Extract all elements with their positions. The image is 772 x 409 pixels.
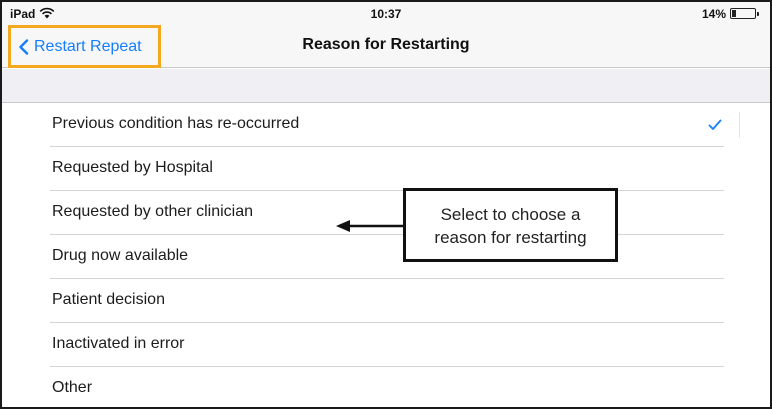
battery-fill: [732, 10, 736, 17]
option-label: Requested by other clinician: [52, 203, 254, 220]
navigation-bar: Restart Repeat Reason for Restarting: [2, 25, 770, 68]
status-time: 10:37: [370, 7, 402, 21]
callout-arrow-icon: [336, 220, 405, 232]
instruction-callout: Select to choose a reason for restarting: [403, 188, 618, 262]
callout-text-line-2: reason for restarting: [434, 228, 587, 247]
section-header: [2, 69, 770, 103]
callout-text-line-1: Select to choose a: [440, 205, 581, 224]
option-label: Patient decision: [52, 291, 165, 308]
battery-icon: [730, 8, 759, 19]
option-inactivated-in-error[interactable]: Inactivated in error: [2, 323, 770, 367]
screenshot-frame: iPad 10:37 14% Restart Repeat Reason for…: [0, 0, 772, 409]
option-requested-by-hospital[interactable]: Requested by Hospital: [2, 147, 770, 191]
option-label: Other: [52, 379, 93, 396]
option-previous-condition[interactable]: Previous condition has re-occurred: [2, 103, 770, 147]
option-other[interactable]: Other: [2, 367, 770, 407]
option-label: Inactivated in error: [52, 335, 185, 352]
checkmark-icon: [708, 119, 722, 130]
page-title: Reason for Restarting: [302, 36, 470, 53]
option-label: Requested by Hospital: [52, 159, 213, 176]
battery-percentage: 14%: [701, 7, 726, 21]
reason-option-list: Previous condition has re-occurred Reque…: [2, 103, 770, 407]
option-label: Drug now available: [52, 247, 189, 264]
scroll-indicator: [739, 112, 740, 138]
status-bar: iPad 10:37 14%: [2, 2, 770, 26]
option-drug-now-available[interactable]: Drug now available: [2, 235, 770, 279]
option-label: Previous condition has re-occurred: [52, 115, 300, 132]
option-patient-decision[interactable]: Patient decision: [2, 279, 770, 323]
